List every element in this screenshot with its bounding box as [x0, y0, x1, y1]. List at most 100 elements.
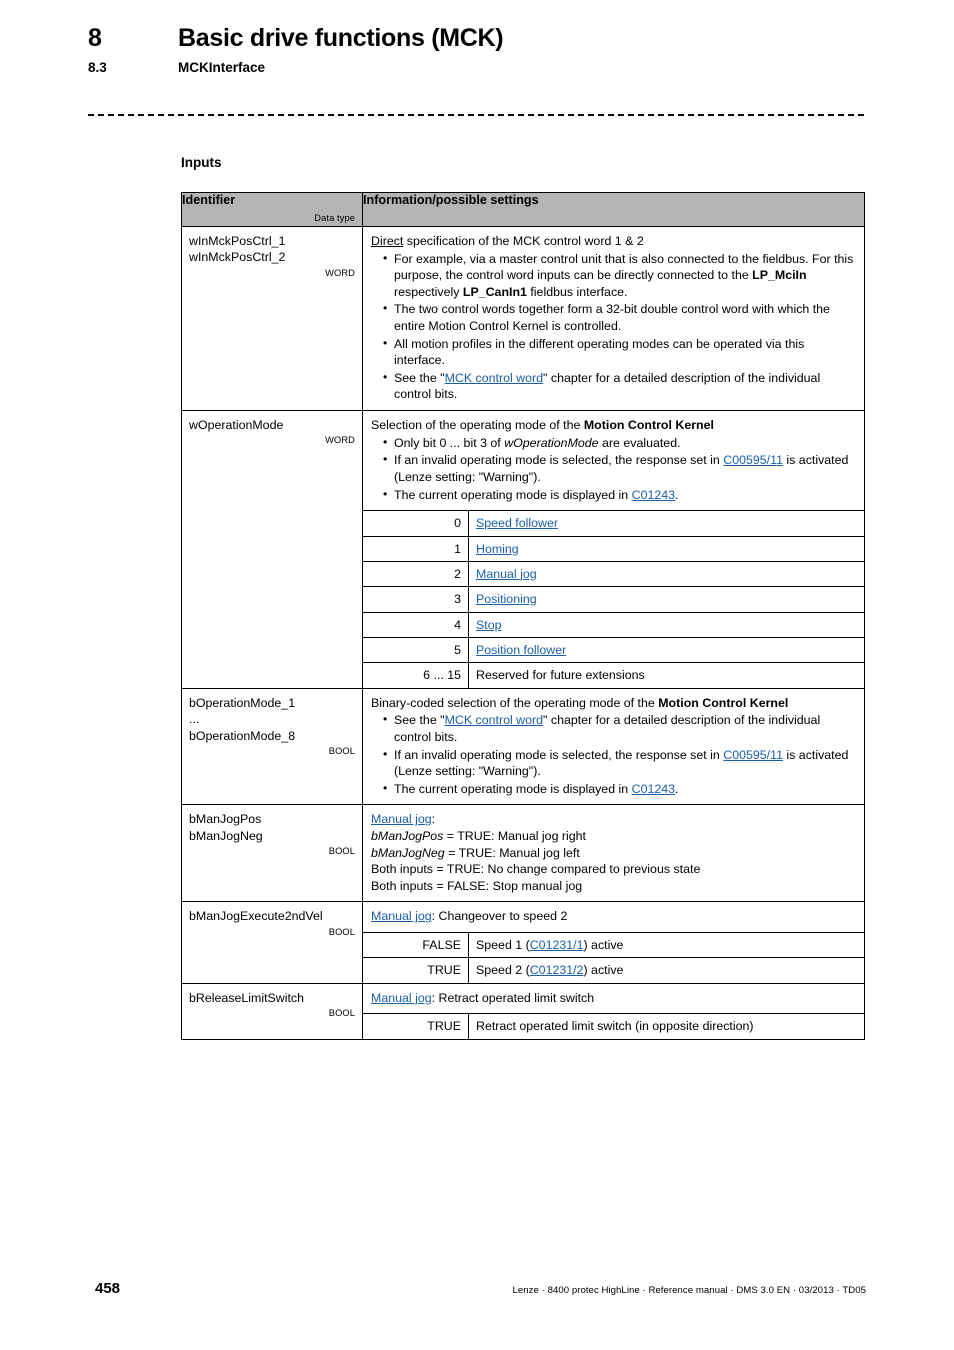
information-cell: Manual jog: bManJogPos = TRUE: Manual jog…: [362, 804, 865, 903]
text-run: The two control words together form a 32…: [394, 302, 830, 334]
information-content: Manual jog: bManJogPos = TRUE: Manual jog…: [363, 805, 864, 901]
cross-reference-link[interactable]: Position follower: [476, 643, 566, 657]
value-key: TRUE: [363, 1013, 469, 1039]
text-run: Selection of the operating mode of the: [371, 418, 584, 433]
emphasis-bold: Motion Control Kernel: [658, 695, 789, 710]
cross-reference-link[interactable]: C01231/1: [530, 938, 584, 952]
identifier-name: bManJogNeg: [189, 828, 263, 843]
information-lines: Manual jog: Retract operated limit switc…: [371, 990, 856, 1007]
inputs-table: Identifier Data type Information/possibl…: [181, 192, 865, 1040]
value-description: Homing: [468, 535, 864, 562]
identifier-datatype: WORD: [325, 435, 355, 446]
information-line: Manual jog:: [371, 811, 856, 828]
document-page: 8 Basic drive functions (MCK) 8.3 MCKInt…: [0, 0, 954, 1350]
value-subtable-row: 4 Stop: [363, 611, 864, 638]
value-subtable-row: FALSE Speed 1 (C01231/1) active: [363, 932, 864, 958]
cross-reference-link[interactable]: Manual jog: [371, 909, 432, 923]
value-key: 5: [363, 637, 469, 663]
cross-reference-link[interactable]: Speed follower: [476, 516, 558, 530]
identifier-content: bManJogPos bManJogNeg BOOL: [182, 805, 362, 864]
value-subtable-row: 0 Speed follower: [363, 510, 864, 537]
value-description: Stop: [468, 611, 864, 638]
information-bullet: If an invalid operating mode is selected…: [381, 746, 856, 780]
text-run: All motion profiles in the different ope…: [394, 336, 805, 368]
chapter-header: 8 Basic drive functions (MCK) 8.3 MCKInt…: [88, 24, 878, 75]
text-run: Retract operated limit switch (in opposi…: [476, 1019, 754, 1034]
inputs-heading: Inputs: [181, 155, 222, 170]
value-description: Reserved for future extensions: [468, 662, 864, 688]
information-lead: Direct specification of the MCK control …: [371, 233, 856, 250]
cross-reference-link[interactable]: C01231/2: [530, 963, 584, 977]
chapter-number: 8: [88, 24, 102, 52]
cross-reference-link[interactable]: Homing: [476, 542, 519, 556]
identifier-name: bOperationMode_8: [189, 728, 296, 743]
header-divider: [88, 114, 864, 116]
cross-reference-link[interactable]: Manual jog: [371, 812, 432, 826]
value-key: 3: [363, 586, 469, 613]
identifier-names: bReleaseLimitSwitch: [189, 990, 355, 1006]
identifier-names: bManJogPos bManJogNeg: [189, 811, 355, 844]
information-bullet: Only bit 0 ... bit 3 of wOperationMode a…: [381, 434, 856, 452]
value-subtable-row: TRUE Speed 2 (C01231/2) active: [363, 957, 864, 983]
emphasis-bold: LP_CanIn1: [462, 284, 527, 299]
identifier-names: bOperationMode_1... bOperationMode_8: [189, 695, 355, 744]
cross-reference-link[interactable]: C00595/11: [723, 453, 783, 467]
cross-reference-link[interactable]: Manual jog: [371, 991, 432, 1005]
value-key: 1: [363, 535, 469, 562]
cross-reference-link[interactable]: MCK control word: [445, 371, 543, 385]
value-key: FALSE: [363, 932, 469, 958]
text-run: fieldbus interface.: [526, 284, 628, 299]
emphasis-italic: bManJogPos: [371, 829, 444, 844]
value-key: 4: [363, 611, 469, 638]
identifier-name: ...: [189, 712, 200, 727]
text-run: ) active: [583, 938, 624, 953]
cross-reference-link[interactable]: MCK control word: [445, 713, 543, 727]
cross-reference-link[interactable]: C00595/11: [723, 748, 783, 762]
value-description: Manual jog: [468, 560, 864, 587]
text-run: The current operating mode is displayed …: [394, 487, 632, 502]
cross-reference-link[interactable]: Stop: [476, 618, 502, 632]
information-cell: Manual jog: Retract operated limit switc…: [362, 982, 865, 1040]
chapter-title: Basic drive functions (MCK): [178, 24, 504, 52]
value-description: Positioning: [468, 586, 864, 613]
information-bullet: If an invalid operating mode is selected…: [381, 451, 856, 485]
emphasis-bold: Motion Control Kernel: [583, 418, 714, 433]
value-subtable-row: 5 Position follower: [363, 637, 864, 663]
text-run: respectively: [394, 284, 463, 299]
identifier-names: wOperationMode: [189, 417, 355, 433]
information-bullet-list: See the "MCK control word" chapter for a…: [371, 711, 856, 797]
information-cell: Manual jog: Changeover to speed 2 FALSE Sp…: [362, 901, 865, 984]
information-bullet: See the "MCK control word" chapter for a…: [381, 369, 856, 403]
information-line: Both inputs = FALSE: Stop manual jog: [371, 878, 856, 895]
identifier-names: bManJogExecute2ndVel: [189, 908, 355, 924]
column-header-identifier-label: Identifier: [182, 193, 236, 207]
column-header-identifier: Identifier Data type: [181, 192, 363, 227]
text-run: Binary-coded selection of the operating …: [371, 695, 659, 710]
cross-reference-link[interactable]: Positioning: [476, 592, 537, 606]
cross-reference-link[interactable]: Manual jog: [476, 567, 537, 581]
emphasis-italic: bManJogNeg: [371, 845, 445, 860]
value-subtable: FALSE Speed 1 (C01231/1) active TRUE Speed …: [363, 932, 864, 983]
inputs-table-wrapper: Identifier Data type Information/possibl…: [181, 192, 865, 1040]
information-bullet: The current operating mode is displayed …: [381, 486, 856, 504]
information-content: Binary-coded selection of the operating …: [363, 689, 864, 805]
identifier-name: wInMckPosCtrl_2: [189, 250, 286, 265]
information-bullet-list: Only bit 0 ... bit 3 of wOperationMode a…: [371, 434, 856, 504]
identifier-name: bOperationMode_1: [189, 695, 296, 710]
cross-reference-link[interactable]: C01243: [632, 782, 675, 796]
identifier-cell: bReleaseLimitSwitch BOOL: [181, 982, 363, 1040]
table-row: bManJogExecute2ndVel BOOL Manual jog: Chan…: [181, 901, 865, 984]
identifier-name: bManJogExecute2ndVel: [189, 909, 323, 924]
text-run: :: [431, 812, 436, 827]
information-line: Manual jog: Retract operated limit switc…: [371, 990, 856, 1007]
value-subtable: TRUE Retract operated limit switch (in op…: [363, 1013, 864, 1039]
text-run: Reserved for future extensions: [476, 668, 645, 683]
cross-reference-link[interactable]: C01243: [632, 488, 675, 502]
value-subtable: 0 Speed follower 1 Homing 2 Manual jog 3 Positi…: [363, 510, 864, 688]
identifier-content: bManJogExecute2ndVel BOOL: [182, 902, 362, 945]
value-subtable-row: 1 Homing: [363, 535, 864, 562]
text-run: If an invalid operating mode is selected…: [394, 747, 724, 762]
identifier-name: wOperationMode: [189, 418, 284, 433]
section-title: MCKInterface: [178, 60, 266, 75]
information-line: Manual jog: Changeover to speed 2: [371, 908, 856, 925]
